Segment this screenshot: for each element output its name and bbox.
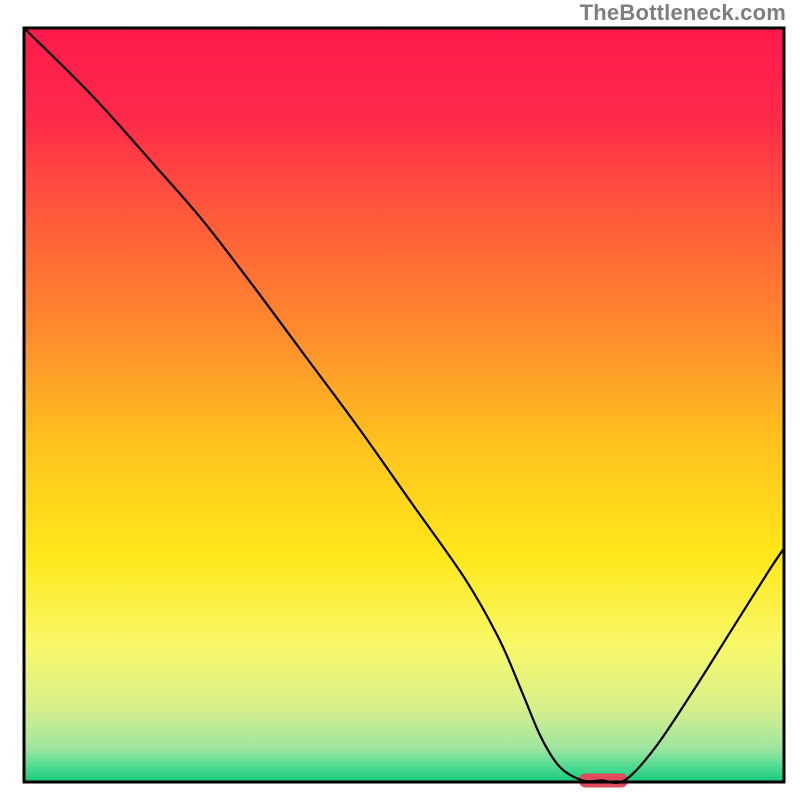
chart-background-gradient — [24, 28, 784, 782]
bottleneck-chart: TheBottleneck.com — [0, 0, 800, 800]
chart-svg — [0, 0, 800, 800]
